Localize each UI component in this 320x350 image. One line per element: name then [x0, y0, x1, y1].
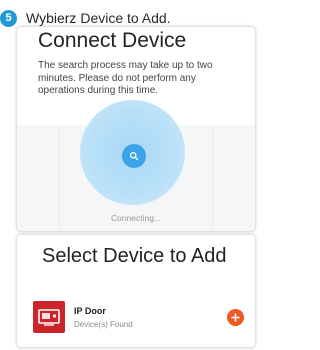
device-found-label: Device(s) Found	[74, 320, 133, 329]
page: 5 Wybierz Device to Add. Connect Device …	[0, 0, 258, 350]
step-text: Wybierz Device to Add.	[26, 10, 171, 26]
connecting-status: Connecting...	[110, 213, 162, 223]
device-list-item[interactable]: IP Door Device(s) Found	[33, 301, 247, 335]
search-icon	[122, 144, 146, 168]
step-rest: Device to Add.	[80, 10, 171, 26]
step-verb: Wybierz	[26, 10, 77, 26]
step-number-badge: 5	[0, 9, 17, 27]
ip-door-icon	[33, 301, 65, 333]
add-device-button[interactable]	[227, 309, 244, 326]
plus-icon	[231, 313, 240, 322]
connect-device-title: Connect Device	[38, 29, 187, 52]
select-device-title: Select Device to Add	[42, 245, 227, 267]
step-instruction: 5 Wybierz Device to Add.	[0, 8, 171, 28]
connect-device-screen: Connect Device The search process may ta…	[16, 26, 256, 232]
search-description: The search process may take up to two mi…	[38, 60, 213, 96]
select-device-screen: Select Device to Add IP Door Device(s) F…	[16, 234, 256, 348]
device-name: IP Door	[74, 306, 106, 316]
